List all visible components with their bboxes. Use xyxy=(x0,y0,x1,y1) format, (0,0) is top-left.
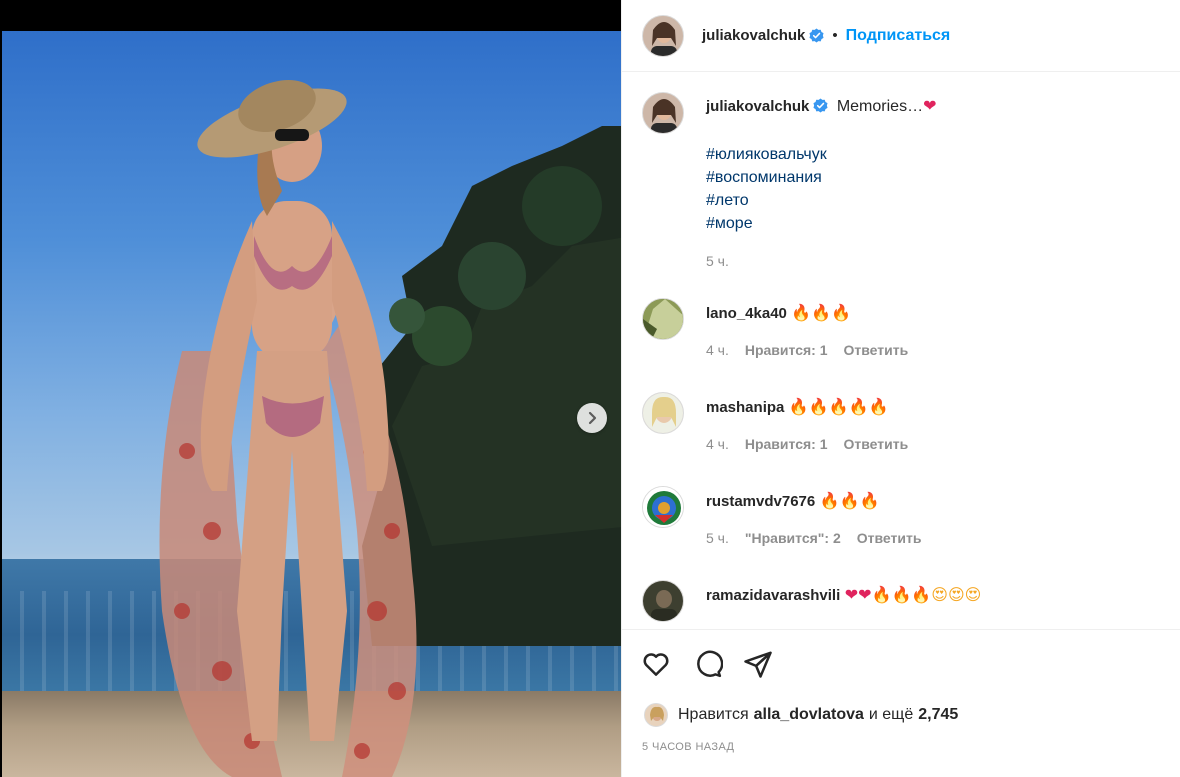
comment-timestamp[interactable]: 4 ч. xyxy=(706,436,729,452)
verified-badge-icon xyxy=(813,98,828,113)
heart-outline-icon xyxy=(643,653,669,676)
comment-meta: 4 ч. Нравится: 1 Ответить xyxy=(706,342,908,358)
comment-meta: 5 ч. "Нравится": 2 Ответить xyxy=(706,530,921,546)
commenter-avatar[interactable] xyxy=(642,580,684,622)
share-button[interactable] xyxy=(742,649,774,681)
likes-and: и ещё xyxy=(868,706,914,723)
woman-figure xyxy=(159,80,417,777)
commenter-avatar[interactable] xyxy=(642,486,684,528)
post-header: juliakovalchuk • Подписаться xyxy=(622,0,1180,72)
comment-likes-count[interactable]: Нравится: 1 xyxy=(745,436,828,452)
likes-count[interactable]: 2,745 xyxy=(918,706,958,724)
verified-badge-icon xyxy=(809,28,824,43)
reply-button[interactable]: Ответить xyxy=(844,342,909,358)
liker-username[interactable]: alla_dovlatova xyxy=(754,706,864,724)
like-button[interactable] xyxy=(640,649,672,681)
caption-author-avatar[interactable] xyxy=(642,92,684,134)
header-separator: • xyxy=(832,27,838,44)
caption-username[interactable]: juliakovalchuk xyxy=(706,98,809,115)
commenter-username[interactable]: lano_4ka40 xyxy=(706,305,787,322)
caption: juliakovalchuk Memories…❤ xyxy=(642,92,936,134)
heart-eyes-emoji: 😍😍😍 xyxy=(931,585,982,604)
likes-prefix: Нравится xyxy=(678,706,749,723)
commenter-username[interactable]: mashanipa xyxy=(706,399,784,416)
comment-timestamp[interactable]: 5 ч. xyxy=(706,530,729,546)
follow-button[interactable]: Подписаться xyxy=(846,27,951,45)
next-photo-button[interactable] xyxy=(577,403,607,433)
post-media xyxy=(0,0,621,777)
comment-item: rustamvdv7676 🔥🔥🔥 5 ч. "Нравится": 2 Отв… xyxy=(642,486,921,546)
comment-likes-count[interactable]: Нравится: 1 xyxy=(745,342,828,358)
chevron-right-icon xyxy=(588,411,597,425)
caption-timestamp[interactable]: 5 ч. xyxy=(706,253,729,269)
comment-likes-count[interactable]: "Нравится": 2 xyxy=(745,530,841,546)
post-photo xyxy=(2,31,621,777)
comment-item: lano_4ka40 🔥🔥🔥 4 ч. Нравится: 1 Ответить xyxy=(642,298,908,358)
comment-button[interactable] xyxy=(692,649,724,681)
fire-emoji: 🔥🔥🔥 xyxy=(819,491,880,510)
comment-item: ramazidavarashvili ❤❤🔥🔥🔥😍😍😍 xyxy=(642,580,981,622)
red-heart-emoji: ❤❤ xyxy=(844,585,872,604)
liker-avatar[interactable] xyxy=(644,703,668,727)
hashtag-link[interactable]: #лето xyxy=(706,189,827,212)
commenter-avatar[interactable] xyxy=(642,298,684,340)
speech-bubble-icon xyxy=(697,650,724,678)
comments-list[interactable]: juliakovalchuk Memories…❤ #юлияковальчук… xyxy=(622,73,1180,629)
comment-timestamp[interactable]: 4 ч. xyxy=(706,342,729,358)
fire-emoji: 🔥🔥🔥 xyxy=(871,585,932,604)
red-heart-emoji: ❤ xyxy=(923,96,937,115)
commenter-username[interactable]: ramazidavarashvili xyxy=(706,587,840,604)
reply-button[interactable]: Ответить xyxy=(857,530,922,546)
commenter-avatar[interactable] xyxy=(642,392,684,434)
comment-item: mashanipa 🔥🔥🔥🔥🔥 4 ч. Нравится: 1 Ответит… xyxy=(642,392,908,452)
commenter-username[interactable]: rustamvdv7676 xyxy=(706,493,815,510)
author-username[interactable]: juliakovalchuk xyxy=(702,27,805,44)
reply-button[interactable]: Ответить xyxy=(844,436,909,452)
paper-plane-icon xyxy=(744,651,772,678)
fire-emoji: 🔥🔥🔥 xyxy=(791,303,852,322)
caption-text: Memories… xyxy=(836,98,924,115)
comment-meta: 4 ч. Нравится: 1 Ответить xyxy=(706,436,908,452)
hashtag-link[interactable]: #воспоминания xyxy=(706,166,827,189)
post-side-panel: juliakovalchuk • Подписаться juliakovalc… xyxy=(621,0,1180,777)
post-date[interactable]: 5 ЧАСОВ НАЗАД xyxy=(642,741,734,753)
hashtag-link[interactable]: #море xyxy=(706,212,827,235)
likes-summary: Нравится alla_dovlatova и ещё 2,745 xyxy=(644,703,958,727)
hashtag-link[interactable]: #юлияковальчук xyxy=(706,143,827,166)
fire-emoji: 🔥🔥🔥🔥🔥 xyxy=(788,397,889,416)
post-actions: Нравится alla_dovlatova и ещё 2,745 5 ЧА… xyxy=(622,629,1180,776)
hashtag-list: #юлияковальчук #воспоминания #лето #море xyxy=(706,143,827,235)
author-avatar[interactable] xyxy=(642,14,684,57)
